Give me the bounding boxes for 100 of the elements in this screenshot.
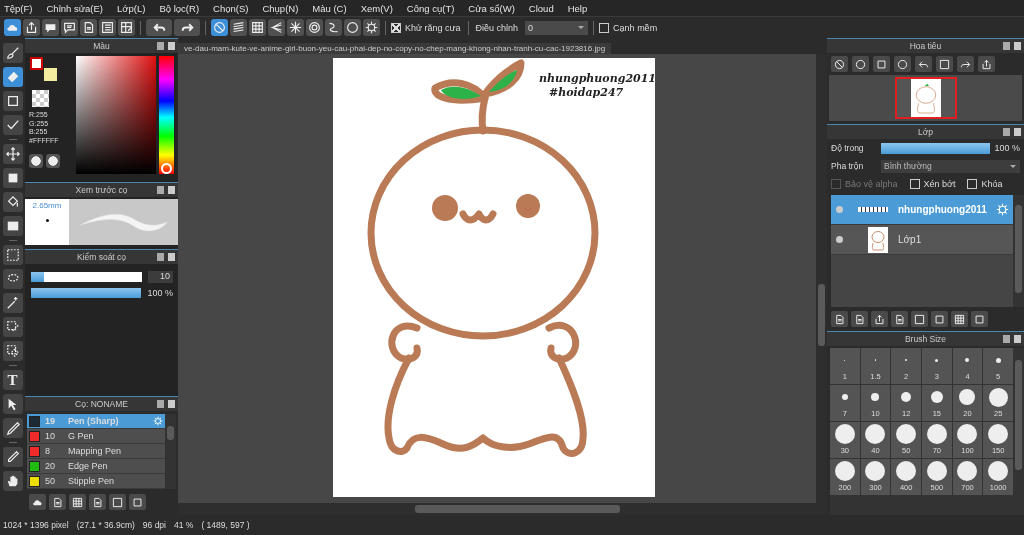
cloud-button[interactable]	[4, 19, 21, 36]
eraser-tool[interactable]	[2, 67, 23, 87]
size-slider[interactable]	[31, 272, 142, 282]
zoom-button[interactable]	[873, 56, 890, 72]
opacity-slider[interactable]	[31, 288, 142, 298]
bubble-button[interactable]	[42, 19, 59, 36]
scrollbar[interactable]	[1013, 195, 1024, 307]
panel-close-icon[interactable]	[157, 186, 175, 194]
menu-item[interactable]: Chọn(S)	[213, 2, 249, 14]
size-value[interactable]: 10	[148, 271, 173, 283]
transparent-swatch[interactable]	[32, 90, 49, 107]
page-button[interactable]	[891, 311, 908, 327]
concentric-button[interactable]	[306, 19, 323, 36]
visibility-icon[interactable]	[836, 236, 843, 243]
lasso-tool[interactable]	[2, 269, 23, 289]
fill-rect-tool[interactable]	[2, 168, 23, 188]
panel-close-icon[interactable]	[157, 400, 175, 408]
color-picker[interactable]	[76, 56, 156, 174]
dropper-tool[interactable]	[2, 447, 23, 467]
antialias-checkbox[interactable]	[391, 22, 401, 33]
menu-item[interactable]: Help	[567, 2, 588, 14]
rectangle-button[interactable]	[129, 494, 146, 510]
zoom-button[interactable]	[894, 56, 911, 72]
grid-button[interactable]	[951, 311, 968, 327]
select-pen-tool[interactable]	[2, 317, 23, 337]
grid-button[interactable]	[69, 494, 86, 510]
zoom-button[interactable]	[978, 56, 995, 72]
panel-close-icon[interactable]	[1003, 42, 1021, 50]
page-button[interactable]	[49, 494, 66, 510]
comment-button[interactable]	[61, 19, 78, 36]
scrollbar[interactable]	[165, 414, 176, 489]
page-button[interactable]	[851, 311, 868, 327]
undo-button[interactable]	[146, 19, 172, 36]
settings-icon[interactable]	[996, 203, 1009, 216]
pen-tool[interactable]	[2, 418, 23, 438]
parallel-button[interactable]	[230, 19, 247, 36]
rectangle-button[interactable]	[931, 311, 948, 327]
menu-item[interactable]: Chụp(N)	[262, 2, 299, 14]
rotate-left-button[interactable]	[915, 56, 932, 72]
document-tab[interactable]: ve-dau-mam-kute-ve-anime-girl-buon-yeu-cau-phai-dep-no-copy-no-chep-mang-khong-nhan-tranh-cu-cac-1923816.jpg	[178, 43, 612, 54]
menu-item[interactable]: Công cụ(T)	[406, 2, 455, 14]
rectangle-tool[interactable]	[2, 91, 23, 111]
soft-edge-checkbox[interactable]	[599, 22, 610, 33]
polyline-tool[interactable]	[2, 115, 23, 135]
hue-slider[interactable]	[159, 56, 174, 174]
panel-close-icon[interactable]	[157, 42, 175, 50]
share-button[interactable]	[871, 311, 888, 327]
select-eraser-tool[interactable]	[2, 341, 23, 361]
select-tool[interactable]	[2, 245, 23, 265]
menu-item[interactable]: Tệp(F)	[4, 2, 33, 14]
text-tool[interactable]: T	[2, 370, 23, 390]
gradient-tool[interactable]	[2, 216, 23, 236]
hue-handle[interactable]	[161, 163, 172, 174]
list-button[interactable]	[99, 19, 116, 36]
delete-button[interactable]	[971, 311, 988, 327]
navigator-preview[interactable]	[894, 77, 957, 119]
menu-item[interactable]: Xem(V)	[360, 2, 393, 14]
scrollbar[interactable]	[1013, 348, 1024, 515]
curve-button[interactable]	[325, 19, 342, 36]
color-swatch[interactable]	[30, 57, 43, 70]
radial-button[interactable]	[287, 19, 304, 36]
panel-close-icon[interactable]	[157, 253, 175, 261]
brush-item[interactable]: 10 G Pen	[27, 429, 165, 444]
layer-item[interactable]: Lớp1	[831, 225, 1013, 255]
canvas-page[interactable]: nhungphuong2011 #hoidap247	[333, 58, 655, 497]
color-swatch[interactable]	[44, 68, 57, 81]
wand-tool[interactable]	[2, 293, 23, 313]
cloud-button[interactable]	[29, 494, 46, 510]
circle-button[interactable]	[344, 19, 361, 36]
grid-edit-button[interactable]	[118, 19, 135, 36]
menu-item[interactable]: Lớp(L)	[117, 2, 146, 14]
layer-opacity-slider[interactable]	[881, 142, 991, 154]
rotate-right-button[interactable]	[957, 56, 974, 72]
menu-item[interactable]: Chỉnh sửa(E)	[46, 2, 104, 14]
grid-button[interactable]	[249, 19, 266, 36]
page-button[interactable]	[831, 311, 848, 327]
palette-icon[interactable]	[46, 154, 60, 168]
zoom-button[interactable]	[936, 56, 953, 72]
blend-mode-dropdown[interactable]: Bình thường	[881, 159, 1020, 173]
settings-icon[interactable]	[153, 416, 163, 426]
move-tool[interactable]	[2, 144, 23, 164]
gear-button[interactable]	[363, 19, 380, 36]
zoom-button[interactable]	[852, 56, 869, 72]
zoom-button[interactable]	[831, 56, 848, 72]
menu-item[interactable]: Cửa sổ(W)	[468, 2, 515, 14]
adjust-dropdown[interactable]: 0	[525, 20, 589, 35]
menu-item[interactable]: Màu (C)	[312, 2, 347, 14]
page-button[interactable]	[89, 494, 106, 510]
pointer-tool[interactable]	[2, 394, 23, 414]
redo-button[interactable]	[174, 19, 200, 36]
brush-tool[interactable]	[2, 43, 23, 63]
bucket-tool[interactable]	[2, 192, 23, 212]
menu-item[interactable]: Cloud	[528, 2, 554, 14]
brush-item[interactable]: 50 Stipple Pen	[27, 474, 165, 489]
brush-item[interactable]: 8 Mapping Pen	[27, 444, 165, 459]
perspective-button[interactable]	[268, 19, 285, 36]
share-button[interactable]	[23, 19, 40, 36]
panel-close-icon[interactable]	[1003, 335, 1021, 343]
brush-item[interactable]: 20 Edge Pen	[27, 459, 165, 474]
hand-tool[interactable]	[2, 471, 23, 491]
